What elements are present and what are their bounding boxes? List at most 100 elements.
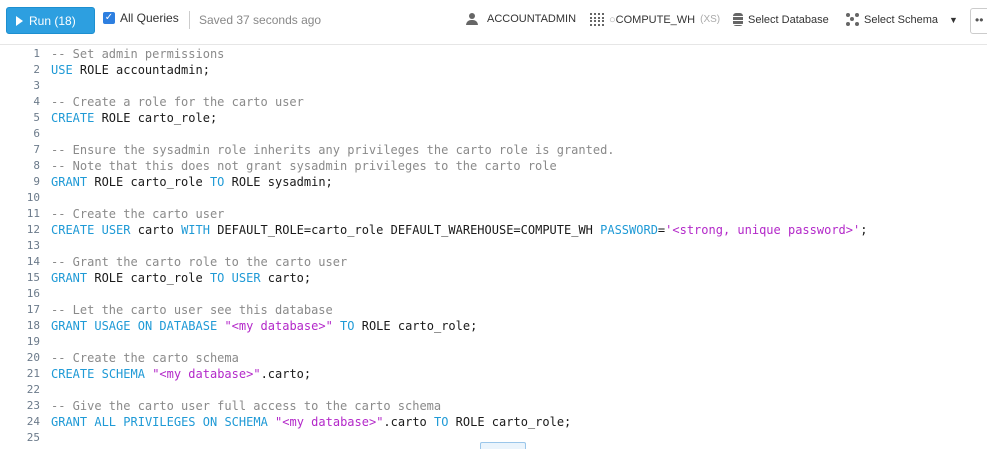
code-comment: -- Create a role for the carto user — [51, 95, 304, 109]
code-token: DEFAULT_ROLE=carto_role DEFAULT_WAREHOUS… — [209, 223, 601, 237]
line-number: 11 — [26, 207, 40, 220]
line-number: 5 — [33, 111, 40, 124]
run-button-label: Run (18) — [29, 13, 76, 28]
line-number: 8 — [33, 159, 40, 172]
line-number: 3 — [33, 79, 40, 92]
line-number: 1 — [33, 47, 40, 60]
code-string: "<my database>" — [275, 415, 384, 429]
code-keyword: USER — [231, 271, 261, 285]
code-comment: -- Create the carto schema — [51, 351, 239, 365]
code-comment: -- Ensure the sysadmin role inherits any… — [51, 143, 615, 157]
code-comment: -- Give the carto user full access to th… — [51, 399, 442, 413]
database-icon — [733, 13, 743, 26]
code-keyword: PRIVILEGES — [123, 415, 196, 429]
code-keyword: ALL — [94, 415, 117, 429]
run-button[interactable]: Run (18) — [6, 7, 95, 34]
sql-editor[interactable]: 1 -- Set admin permissions 2 USE ROLE accou… — [0, 46, 987, 448]
line-number: 23 — [26, 399, 40, 412]
code-keyword: TO — [340, 319, 355, 333]
code-keyword: TO — [434, 415, 449, 429]
code-token: carto; — [260, 271, 312, 285]
line-number: 20 — [26, 351, 40, 364]
line-number: 17 — [26, 303, 40, 316]
code-keyword: USER — [101, 223, 131, 237]
code-keyword: CREATE — [51, 367, 95, 381]
code-comment: -- Grant the carto role to the carto use… — [51, 255, 348, 269]
code-text: -- Give the carto user full access to th… — [51, 398, 441, 414]
database-selector[interactable]: Select Database — [733, 13, 829, 26]
warehouse-label: ○COMPUTE_WH — [609, 13, 696, 26]
warehouse-selector[interactable]: ○COMPUTE_WH (XS) — [590, 13, 720, 26]
code-token: ROLE sysadmin; — [224, 175, 333, 189]
code-keyword: TO — [209, 271, 225, 285]
code-keyword: CREATE — [51, 111, 95, 125]
code-keyword: SCHEMA — [101, 367, 145, 381]
code-text: GRANT ROLE carto_role TO ROLE sysadmin; — [51, 174, 333, 190]
code-text: -- Grant the carto role to the carto use… — [51, 254, 347, 270]
code-text: -- Create the carto user — [51, 206, 224, 222]
line-number: 18 — [26, 319, 40, 332]
code-token: ROLE carto_role — [87, 271, 210, 285]
warehouse-icon — [590, 13, 604, 26]
all-queries-label: All Queries — [120, 11, 179, 25]
code-keyword: USAGE — [94, 319, 131, 333]
code-comment: -- Set admin permissions — [51, 47, 225, 61]
code-keyword: ON — [202, 415, 218, 429]
line-number: 6 — [33, 127, 40, 140]
code-keyword: GRANT — [51, 175, 88, 189]
code-token: .carto — [383, 415, 434, 429]
schema-label: Select Schema — [864, 13, 938, 26]
line-number: 9 — [33, 175, 40, 188]
line-number: 2 — [33, 63, 40, 76]
code-keyword: GRANT — [51, 271, 88, 285]
code-keyword: ON — [137, 319, 153, 333]
line-number: 21 — [26, 367, 40, 380]
role-selector[interactable]: ACCOUNTADMIN — [466, 13, 576, 25]
code-keyword: SCHEMA — [224, 415, 268, 429]
line-number: 25 — [26, 431, 40, 444]
code-text: -- Ensure the sysadmin role inherits any… — [51, 142, 615, 158]
code-token: carto — [130, 223, 182, 237]
chevron-down-icon[interactable]: ▼ — [949, 15, 958, 25]
line-number: 19 — [26, 335, 40, 348]
code-text: GRANT ALL PRIVILEGES ON SCHEMA "<my data… — [51, 414, 571, 430]
code-string: '<strong, unique password>' — [665, 223, 861, 237]
checkbox-icon[interactable]: ✓ — [103, 12, 115, 24]
code-string: "<my database>" — [152, 367, 261, 381]
code-token: ROLE carto_role; — [354, 319, 478, 333]
code-keyword: DATABASE — [159, 319, 218, 333]
code-text: -- Set admin permissions — [51, 46, 224, 62]
editor-toolbar: Run (18) ✓ All Queries Saved 37 seconds … — [0, 0, 987, 45]
code-keyword: PASSWORD — [600, 223, 658, 237]
code-string: "<my database>" — [224, 319, 333, 333]
code-token: .carto; — [260, 367, 312, 381]
code-text: USE ROLE accountadmin; — [51, 62, 210, 78]
code-text: -- Let the carto user see this database — [51, 302, 333, 318]
code-text: -- Create a role for the carto user — [51, 94, 304, 110]
line-number: 13 — [26, 239, 40, 252]
code-keyword: WITH — [181, 223, 210, 237]
line-number: 22 — [26, 383, 40, 396]
schema-icon — [846, 13, 859, 26]
all-queries-toggle[interactable]: ✓ All Queries — [103, 11, 179, 25]
code-token: ROLE carto_role; — [94, 111, 218, 125]
database-label: Select Database — [748, 13, 829, 26]
warehouse-size: (XS) — [700, 14, 721, 25]
code-keyword: USE — [51, 63, 73, 77]
more-options-button[interactable]: •• — [970, 8, 987, 34]
line-number: 7 — [33, 143, 40, 156]
saved-status: Saved 37 seconds ago — [199, 13, 322, 27]
role-label: ACCOUNTADMIN — [487, 13, 577, 25]
code-text: -- Note that this does not grant sysadmi… — [51, 158, 557, 174]
line-number: 10 — [26, 191, 40, 204]
code-comment: -- Create the carto user — [51, 207, 225, 221]
code-text: -- Create the carto schema — [51, 350, 239, 366]
schema-selector[interactable]: Select Schema ▼ — [846, 13, 958, 26]
code-comment: -- Let the carto user see this database — [51, 303, 333, 317]
